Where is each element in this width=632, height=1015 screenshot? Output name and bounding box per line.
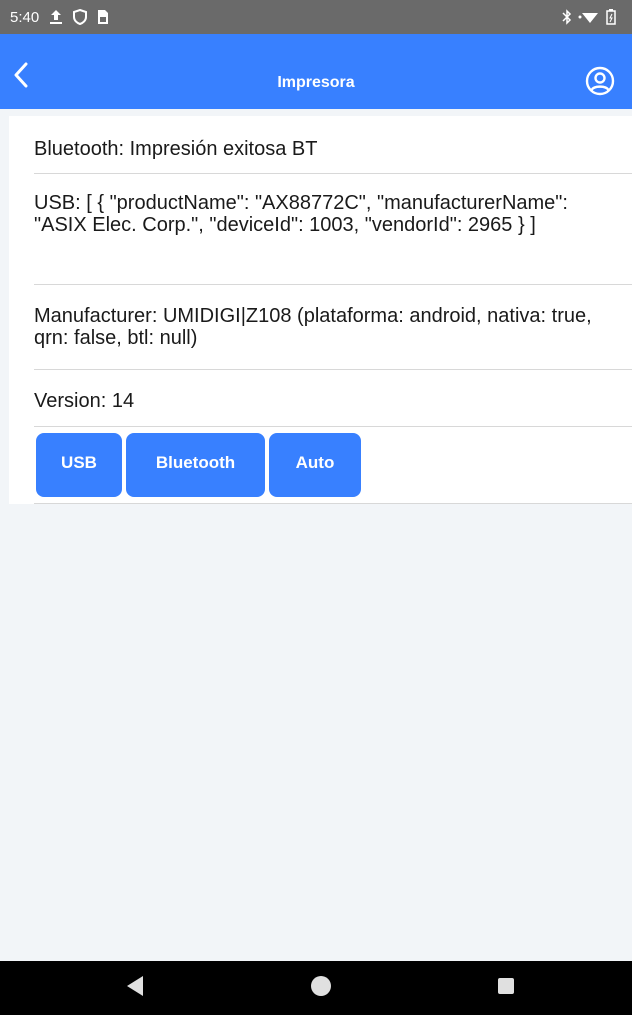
shield-icon (73, 9, 88, 25)
battery-icon (606, 9, 616, 25)
list-item-usb: USB: [ { "productName": "AX88772C", "man… (34, 174, 632, 285)
usb-devices-text: USB: [ { "productName": "AX88772C", "man… (34, 192, 568, 236)
nav-home-button[interactable] (308, 975, 334, 1001)
wifi-icon (578, 9, 600, 25)
manufacturer-text: Manufacturer: UMIDIGI|Z108 (plataforma: … (34, 305, 592, 349)
upload-icon (49, 9, 63, 25)
print-mode-buttons: USB Bluetooth Auto (34, 427, 632, 504)
list-item-manufacturer: Manufacturer: UMIDIGI|Z108 (plataforma: … (34, 285, 632, 370)
bluetooth-status-text: Bluetooth: Impresión exitosa BT (34, 138, 318, 160)
nav-recent-button[interactable] (493, 975, 519, 1001)
bluetooth-button[interactable]: Bluetooth (126, 433, 265, 497)
person-circle-icon (585, 66, 615, 101)
usb-button[interactable]: USB (36, 433, 122, 497)
content-card: Bluetooth: Impresión exitosa BT USB: [ {… (9, 116, 632, 504)
nav-back-button[interactable] (122, 975, 148, 1001)
triangle-back-icon (125, 975, 145, 1002)
list-item-version: Version: 14 (34, 370, 632, 427)
status-right (562, 9, 632, 25)
sim-icon (97, 9, 109, 25)
system-nav-bar (0, 961, 632, 1015)
bluetooth-icon (562, 9, 572, 25)
status-left: 5:40 (0, 9, 109, 26)
version-text: Version: 14 (34, 390, 135, 412)
app-header: Impresora (0, 34, 632, 109)
square-recent-icon (497, 977, 515, 1000)
status-bar: 5:40 (0, 0, 632, 34)
auto-button[interactable]: Auto (269, 433, 361, 497)
list-item-bluetooth: Bluetooth: Impresión exitosa BT (34, 116, 632, 174)
profile-button[interactable] (584, 66, 616, 101)
page-title: Impresora (277, 74, 355, 91)
screen: 5:40 Impresora Bluetooth: Impresión exit… (0, 0, 632, 1015)
status-time: 5:40 (10, 8, 40, 26)
circle-home-icon (310, 975, 332, 1002)
